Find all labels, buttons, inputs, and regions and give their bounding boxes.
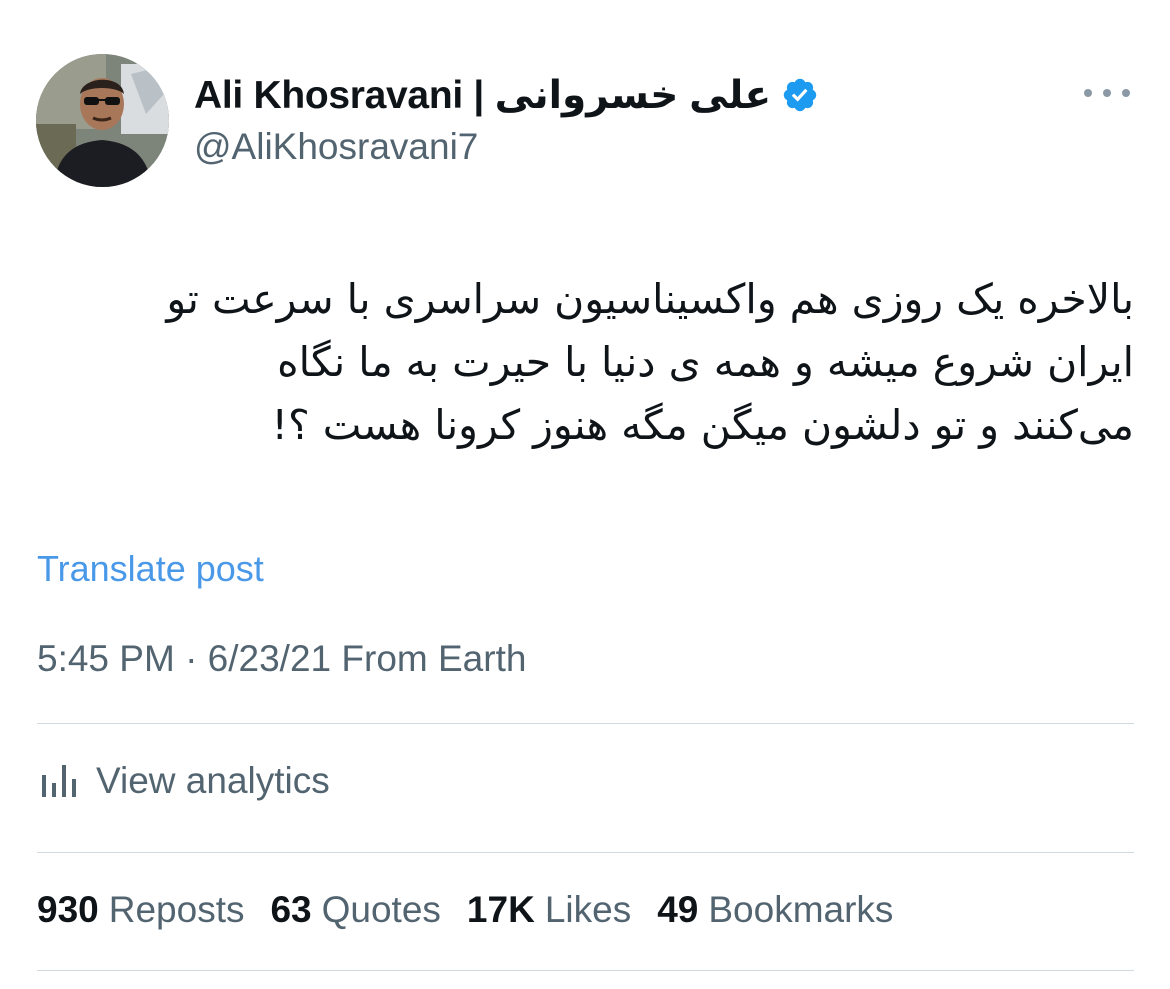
quotes-label: Quotes [321,889,441,930]
more-options-icon[interactable] [1084,78,1130,108]
bookmarks-label: Bookmarks [708,889,894,930]
view-analytics-button[interactable]: View analytics [40,760,330,802]
more-dot [1103,89,1111,97]
bar-chart-icon [40,761,78,801]
tweet-text-line: بالاخره یک روزی هم واکسیناسیون سراسری با… [166,275,1134,323]
tweet-card: Ali Khosravani | علی خسروانی @AliKhosrav… [0,0,1170,989]
view-analytics-label: View analytics [96,760,330,801]
reposts-count: 930 [37,889,99,930]
verified-badge-icon[interactable] [781,76,819,114]
engagement-stats: 930 Reposts 63 Quotes 17K Likes 49 Bookmarks [37,889,919,931]
divider [37,970,1134,971]
translate-post-link[interactable]: Translate post [37,548,264,590]
author-display-name[interactable]: Ali Khosravani | علی خسروانی [194,73,771,118]
tweet-timestamp[interactable]: 5:45 PM · 6/23/21 From Earth [37,638,526,680]
divider [37,723,1134,724]
reposts-label: Reposts [108,889,245,930]
author-name-row[interactable]: Ali Khosravani | علی خسروانی [194,70,819,120]
likes-stat[interactable]: 17K Likes [467,889,631,931]
tweet-text-line: ایران شروع میشه و همه ی دنیا با حیرت به … [277,338,1134,386]
divider [37,852,1134,853]
tweet-text: بالاخره یک روزی هم واکسیناسیون سراسری با… [40,268,1134,457]
avatar[interactable] [36,54,169,187]
tweet-text-line: می‌کنند و تو دلشون میگن مگه هنوز کرونا ه… [271,401,1134,449]
bookmarks-count: 49 [657,889,699,930]
likes-count: 17K [466,889,535,930]
reposts-stat[interactable]: 930 Reposts [37,889,244,931]
more-dot [1122,89,1130,97]
more-dot [1084,89,1092,97]
bookmarks-stat[interactable]: 49 Bookmarks [657,889,893,931]
author-handle[interactable]: @AliKhosravani7 [194,126,478,168]
likes-label: Likes [544,889,632,930]
quotes-count: 63 [270,889,312,930]
quotes-stat[interactable]: 63 Quotes [270,889,440,931]
